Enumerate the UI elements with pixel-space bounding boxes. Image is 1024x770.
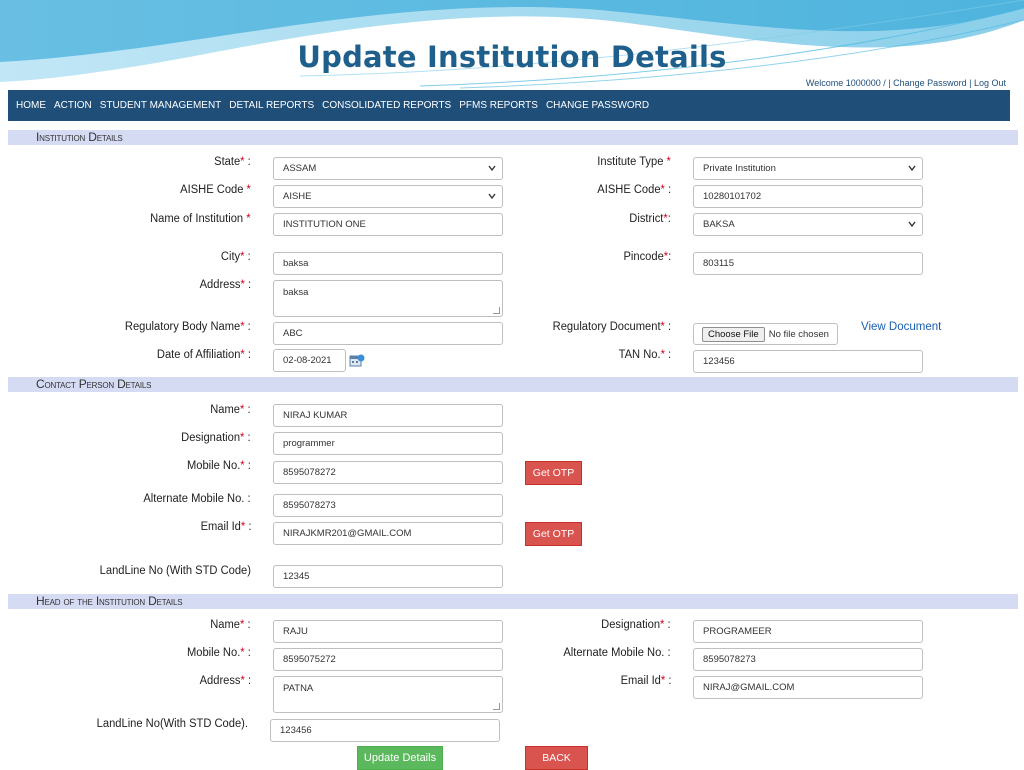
nav-detail-reports[interactable]: DETAIL REPORTS [225, 100, 318, 111]
regulatory-document-file-input[interactable]: Choose File No file chosen [693, 323, 838, 345]
choose-file-button[interactable]: Choose File [702, 326, 765, 342]
contact-landline-label: LandLine No (With STD Code) [99, 565, 251, 577]
date-of-affiliation-input[interactable]: 02-08-2021 [273, 349, 346, 372]
pincode-label: Pincode*: [623, 251, 671, 263]
head-email-input[interactable]: NIRAJ@GMAIL.COM [693, 676, 923, 699]
nav-home[interactable]: HOME [12, 100, 50, 111]
district-label: District*: [629, 213, 671, 225]
nav-action[interactable]: ACTION [50, 100, 96, 111]
contact-email-input[interactable]: NIRAJKMR201@GMAIL.COM [273, 522, 503, 545]
tan-no-label: TAN No.* : [618, 349, 671, 361]
contact-mobile-label: Mobile No.* : [187, 460, 251, 472]
back-button[interactable]: BACK [525, 746, 588, 770]
head-mobile-label: Mobile No.* : [187, 647, 251, 659]
contact-name-input[interactable]: NIRAJ KUMAR [273, 404, 503, 427]
state-select[interactable]: ASSAM [273, 157, 503, 180]
top-navbar: HOME ACTION STUDENT MANAGEMENT DETAIL RE… [8, 90, 1010, 121]
head-alt-mobile-input[interactable]: 8595078273 [693, 648, 923, 671]
chevron-down-icon [908, 221, 916, 228]
city-label: City* : [221, 251, 251, 263]
file-status: No file chosen [768, 328, 829, 340]
contact-landline-input[interactable]: 12345 [273, 565, 503, 588]
aishe-code-input[interactable]: 10280101702 [693, 185, 923, 208]
regulatory-document-label: Regulatory Document* : [552, 321, 671, 333]
head-alt-mobile-label: Alternate Mobile No. : [563, 647, 671, 659]
state-label: State* : [214, 156, 251, 168]
aishe-code-select[interactable]: AISHE [273, 185, 503, 208]
resize-handle-icon[interactable] [493, 703, 500, 710]
section-contact-person-details: Contact Person Details [8, 377, 1018, 392]
nav-consolidated-reports[interactable]: CONSOLIDATED REPORTS [318, 100, 455, 111]
head-landline-input[interactable]: 123456 [270, 719, 500, 742]
institution-name-input[interactable]: INSTITUTION ONE [273, 213, 503, 236]
section-institution-details: Institution Details [8, 130, 1018, 145]
regulatory-body-input[interactable]: ABC [273, 322, 503, 345]
head-name-input[interactable]: RAJU [273, 620, 503, 643]
city-input[interactable]: baksa [273, 252, 503, 275]
resize-handle-icon[interactable] [493, 307, 500, 314]
contact-designation-input[interactable]: programmer [273, 432, 503, 455]
nav-pfms-reports[interactable]: PFMS REPORTS [455, 100, 542, 111]
district-select[interactable]: BAKSA [693, 213, 923, 236]
nav-change-password[interactable]: CHANGE PASSWORD [542, 100, 653, 111]
head-address-label: Address* : [199, 675, 251, 687]
chevron-down-icon [908, 165, 916, 172]
contact-email-label: Email Id* : [200, 521, 251, 533]
chevron-down-icon [488, 165, 496, 172]
aishe-code-label: AISHE Code* : [597, 184, 671, 196]
head-name-label: Name* : [210, 619, 251, 631]
section-head-of-institution-details: Head of the Institution Details [8, 594, 1018, 609]
address-textarea[interactable]: baksa [273, 280, 503, 317]
head-designation-input[interactable]: PROGRAMEER [693, 620, 923, 643]
contact-name-label: Name* : [210, 404, 251, 416]
chevron-down-icon [488, 193, 496, 200]
pincode-input[interactable]: 803115 [693, 252, 923, 275]
address-label: Address* : [199, 279, 251, 291]
date-of-affiliation-label: Date of Affiliation* : [156, 349, 251, 361]
tan-no-input[interactable]: 123456 [693, 350, 923, 373]
contact-alt-mobile-label: Alternate Mobile No. : [143, 493, 251, 505]
update-details-button[interactable]: Update Details [357, 746, 443, 770]
institute-type-label: Institute Type * [597, 156, 671, 168]
view-document-link[interactable]: View Document [861, 321, 941, 333]
head-landline-label: LandLine No(With STD Code). [96, 718, 248, 730]
institute-type-select[interactable]: Private Institution [693, 157, 923, 180]
contact-mobile-input[interactable]: 8595078272 [273, 461, 503, 484]
email-get-otp-button[interactable]: Get OTP [525, 522, 582, 546]
head-email-label: Email Id* : [620, 675, 671, 687]
head-designation-label: Designation* : [601, 619, 671, 631]
aishe-select-label: AISHE Code * [180, 184, 251, 196]
institution-name-label: Name of Institution * [150, 213, 251, 225]
head-mobile-input[interactable]: 8595075272 [273, 648, 503, 671]
nav-student-management[interactable]: STUDENT MANAGEMENT [96, 100, 226, 111]
contact-designation-label: Designation* : [181, 432, 251, 444]
contact-alt-mobile-input[interactable]: 8595078273 [273, 494, 503, 517]
regulatory-body-label: Regulatory Body Name* : [125, 321, 251, 333]
page-title: Update Institution Details [297, 40, 727, 74]
mobile-get-otp-button[interactable]: Get OTP [525, 461, 582, 485]
calendar-icon[interactable] [349, 352, 365, 368]
head-address-textarea[interactable]: PATNA [273, 676, 503, 713]
welcome-links[interactable]: Welcome 1000000 / | Change Password | Lo… [806, 78, 1006, 88]
